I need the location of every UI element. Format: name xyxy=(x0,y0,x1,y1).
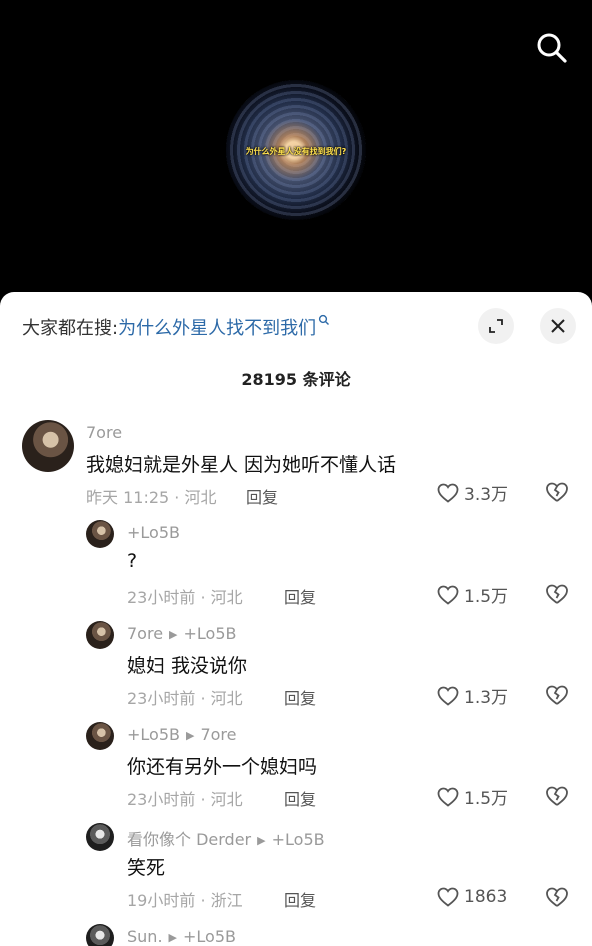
heart-icon xyxy=(437,787,459,807)
comment-time-location: 23小时前 · 河北 xyxy=(127,790,243,809)
comment-username[interactable]: +Lo5B xyxy=(127,523,180,542)
avatar[interactable] xyxy=(86,520,114,548)
reply-button[interactable]: 回复 xyxy=(284,887,316,911)
expand-button[interactable] xyxy=(478,308,514,344)
comment-time-location: 昨天 11:25 · 河北 xyxy=(86,488,217,507)
avatar[interactable] xyxy=(86,621,114,649)
close-icon xyxy=(551,319,565,333)
expand-icon xyxy=(489,319,503,333)
comment-text: 你还有另外一个媳妇吗 xyxy=(127,756,318,778)
close-button[interactable] xyxy=(540,308,576,344)
dislike-button[interactable] xyxy=(544,480,570,508)
avatar[interactable] xyxy=(22,420,74,472)
heart-icon xyxy=(437,686,459,706)
broken-heart-icon xyxy=(546,786,568,806)
heart-icon xyxy=(437,887,459,907)
reply-button[interactable]: 回复 xyxy=(284,786,316,810)
heart-icon xyxy=(437,483,459,503)
reply-button[interactable]: 回复 xyxy=(246,484,278,508)
avatar[interactable] xyxy=(86,823,114,851)
reply-arrow-icon: ▶ xyxy=(185,729,195,742)
comment-time-location: 19小时前 · 浙江 xyxy=(127,891,243,910)
comment-time-location: 23小时前 · 河北 xyxy=(127,588,243,607)
like-button[interactable]: 1.3万 xyxy=(436,683,508,708)
like-count: 1.5万 xyxy=(464,789,509,809)
comment-username[interactable]: Sun. xyxy=(127,927,163,946)
heart-icon xyxy=(437,585,459,605)
hot-search-link[interactable]: 大家都在搜:为什么外星人找不到我们 xyxy=(22,314,330,340)
like-count: 1863 xyxy=(464,887,508,907)
like-button[interactable]: 3.3万 xyxy=(436,480,508,505)
like-button[interactable]: 1.5万 xyxy=(436,582,508,607)
reply-arrow-icon: ▶ xyxy=(168,931,177,944)
comment-sheet: 大家都在搜:为什么外星人找不到我们 28195 条评论 7ore 我媳妇就是外星… xyxy=(0,292,592,946)
like-button[interactable]: 1863 xyxy=(436,885,507,909)
comment-username[interactable]: 7ore xyxy=(86,423,122,442)
avatar[interactable] xyxy=(86,722,114,750)
comment-username[interactable]: 7ore xyxy=(127,624,163,643)
comment-time-location: 23小时前 · 河北 xyxy=(127,689,243,708)
avatar[interactable] xyxy=(86,924,114,946)
comment-username-line: +Lo5B ▶ 7ore xyxy=(127,725,237,744)
reply-to-username[interactable]: +Lo5B xyxy=(183,927,236,946)
broken-heart-icon xyxy=(546,887,568,907)
comment-count: 28195 条评论 xyxy=(241,370,351,389)
like-button[interactable]: 1.5万 xyxy=(436,784,508,809)
comment-text: 我媳妇就是外星人 因为她听不懂人话 xyxy=(86,454,397,476)
comment-text: ? xyxy=(127,550,138,572)
dislike-button[interactable] xyxy=(544,885,570,913)
hot-search-prefix: 大家都在搜: xyxy=(22,318,119,339)
small-search-icon xyxy=(318,314,330,325)
comment-username-line: Sun. ▶ +Lo5B xyxy=(127,927,236,946)
like-count: 1.5万 xyxy=(464,587,509,607)
comment-username-line: 看你像个 Derder ▶ +Lo5B xyxy=(127,826,325,850)
broken-heart-icon xyxy=(546,482,568,502)
reply-arrow-icon: ▶ xyxy=(257,834,266,847)
comment-text: 笑死 xyxy=(127,857,166,879)
like-count: 3.3万 xyxy=(464,485,509,505)
reply-to-username[interactable]: +Lo5B xyxy=(184,624,237,643)
reply-to-username[interactable]: 7ore xyxy=(200,725,236,744)
search-button[interactable] xyxy=(532,28,572,68)
reply-arrow-icon: ▶ xyxy=(169,628,178,641)
search-icon xyxy=(537,33,567,63)
comment-username-line: 7ore ▶ +Lo5B xyxy=(127,624,237,643)
reply-to-username[interactable]: +Lo5B xyxy=(272,830,325,849)
like-count: 1.3万 xyxy=(464,688,509,708)
broken-heart-icon xyxy=(546,685,568,705)
hot-search-query[interactable]: 为什么外星人找不到我们 xyxy=(118,318,316,339)
comment-username[interactable]: +Lo5B xyxy=(127,725,180,744)
dislike-button[interactable] xyxy=(544,582,570,610)
comment-username[interactable]: 看你像个 Derder xyxy=(127,830,251,849)
video-caption: 为什么外星人没有找到我们? xyxy=(245,147,347,156)
reply-button[interactable]: 回复 xyxy=(284,685,316,709)
video-player[interactable]: 为什么外星人没有找到我们? xyxy=(0,0,592,300)
comment-text: 媳妇 我没说你 xyxy=(127,655,248,677)
broken-heart-icon xyxy=(546,584,568,604)
reply-button[interactable]: 回复 xyxy=(284,584,316,608)
dislike-button[interactable] xyxy=(544,683,570,711)
dislike-button[interactable] xyxy=(544,784,570,812)
